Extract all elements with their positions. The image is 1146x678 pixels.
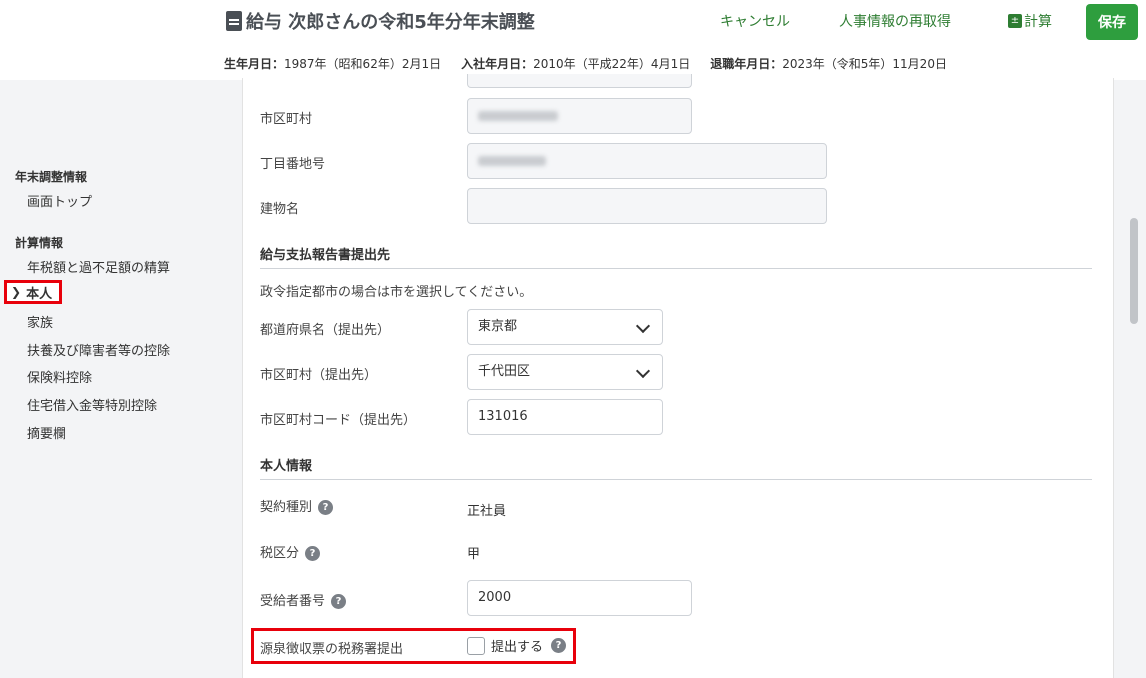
submit-checkbox-row[interactable]: 提出する ? bbox=[467, 636, 567, 655]
section-report-title: 給与支払報告書提出先 bbox=[260, 248, 391, 263]
sidebar-item-family[interactable]: 家族 bbox=[27, 312, 53, 331]
calculator-icon: ± bbox=[1008, 14, 1022, 28]
address-field-partial[interactable] bbox=[467, 74, 692, 88]
refetch-hr-button[interactable]: 人事情報の再取得 bbox=[839, 11, 951, 31]
recipient-number-label: 受給者番号? bbox=[260, 590, 347, 609]
section-person-title: 本人情報 bbox=[260, 459, 313, 474]
sidebar-group-calc: 計算情報 bbox=[15, 236, 64, 250]
report-note: 政令指定都市の場合は市を選択してください。 bbox=[260, 285, 533, 300]
city-label: 市区町村 bbox=[260, 112, 313, 127]
calculate-button[interactable]: ± 計算 bbox=[1008, 11, 1052, 31]
contract-value: 正社員 bbox=[467, 504, 507, 519]
sidebar-item-insurance[interactable]: 保険料控除 bbox=[27, 367, 92, 386]
city-field[interactable] bbox=[467, 98, 692, 134]
city-code-input[interactable]: 131016 bbox=[467, 399, 663, 435]
sidebar-group-yearend: 年末調整情報 bbox=[15, 170, 88, 184]
sidebar-item-self[interactable]: ❯ 本人 bbox=[4, 280, 62, 304]
sidebar-item-dependents[interactable]: 扶養及び障害者等の控除 bbox=[27, 340, 170, 359]
withholding-label: 源泉徴収票の税務署提出 bbox=[260, 642, 404, 657]
chevron-down-icon bbox=[635, 363, 651, 379]
city-submit-select[interactable]: 千代田区 bbox=[467, 354, 663, 390]
help-icon[interactable]: ? bbox=[551, 638, 567, 653]
sidebar-item-top[interactable]: 画面トップ bbox=[27, 191, 92, 210]
chevron-down-icon bbox=[635, 318, 651, 334]
document-icon bbox=[226, 11, 242, 31]
tax-category-label: 税区分? bbox=[260, 542, 321, 561]
contract-label: 契約種別? bbox=[260, 496, 334, 515]
help-icon[interactable]: ? bbox=[318, 500, 334, 515]
city-code-label: 市区町村コード（提出先） bbox=[260, 413, 417, 428]
chevron-right-icon: ❯ bbox=[11, 285, 22, 299]
tax-category-value: 甲 bbox=[467, 547, 481, 562]
city-submit-label: 市区町村（提出先） bbox=[260, 368, 378, 383]
scrollbar-thumb[interactable] bbox=[1130, 218, 1138, 324]
sidebar-item-settlement[interactable]: 年税額と過不足額の精算 bbox=[27, 257, 170, 276]
cancel-button[interactable]: キャンセル bbox=[720, 11, 790, 31]
pref-label: 都道府県名（提出先） bbox=[260, 323, 391, 338]
employee-dates: 生年月日：1987年（昭和62年）2月1日 入社年月日：2010年（平成22年）… bbox=[224, 57, 947, 71]
building-label: 建物名 bbox=[260, 202, 300, 217]
section-divider bbox=[260, 268, 1092, 269]
chome-field[interactable] bbox=[467, 143, 827, 179]
help-icon[interactable]: ? bbox=[331, 594, 347, 609]
recipient-number-input[interactable]: 2000 bbox=[467, 580, 692, 616]
sidebar-item-remarks[interactable]: 摘要欄 bbox=[27, 423, 66, 442]
redacted-text bbox=[478, 111, 558, 121]
redacted-text bbox=[478, 156, 546, 166]
page-title: 給与 次郎さんの令和5年分年末調整 bbox=[226, 8, 535, 34]
sidebar-item-housing-loan[interactable]: 住宅借入金等特別控除 bbox=[27, 395, 157, 414]
submit-checkbox[interactable] bbox=[467, 636, 485, 655]
chome-label: 丁目番地号 bbox=[260, 157, 326, 172]
help-icon[interactable]: ? bbox=[305, 546, 321, 561]
scrollbar-track[interactable] bbox=[1130, 80, 1140, 667]
building-field[interactable] bbox=[467, 188, 827, 224]
save-button[interactable]: 保存 bbox=[1086, 4, 1138, 40]
pref-select[interactable]: 東京都 bbox=[467, 309, 663, 345]
page-header: 給与 次郎さんの令和5年分年末調整 キャンセル 人事情報の再取得 ± 計算 保存… bbox=[0, 0, 1146, 80]
section-divider bbox=[260, 479, 1092, 480]
